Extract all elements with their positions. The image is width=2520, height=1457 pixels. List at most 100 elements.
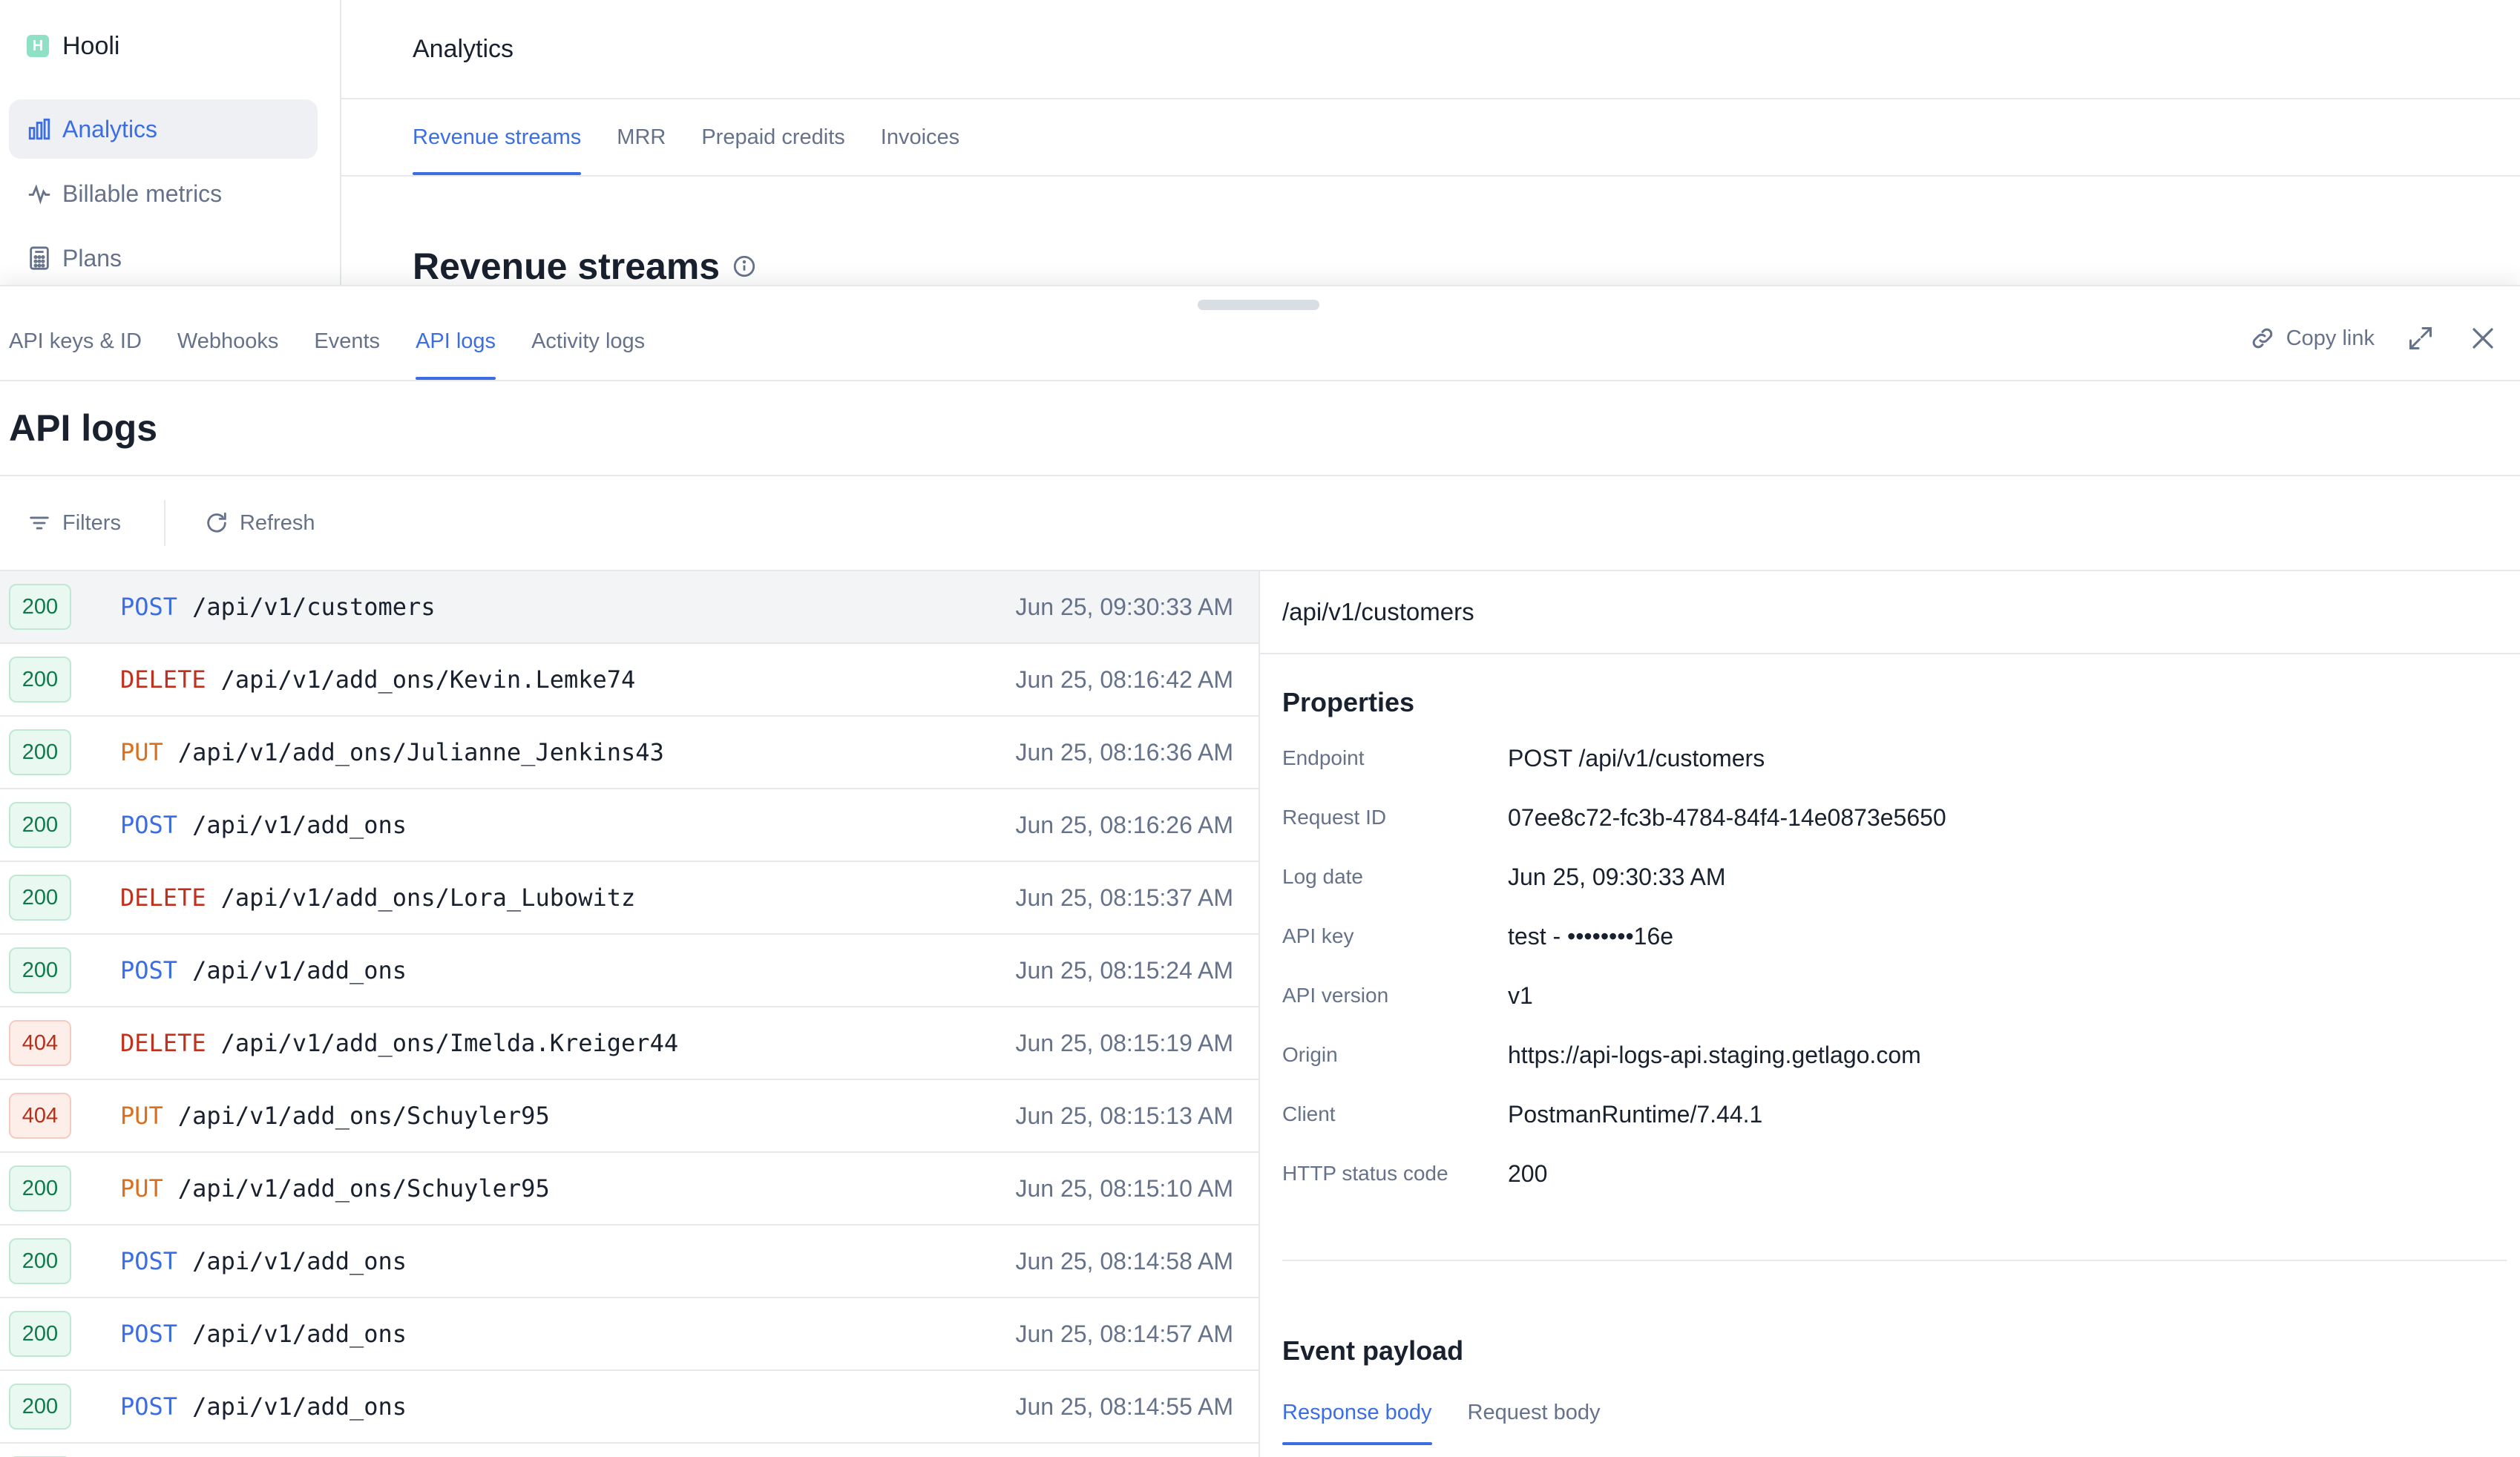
sidebar-item-label: Analytics (62, 115, 158, 142)
log-path: /api/v1/add_ons/Kevin.Lemke74 (220, 665, 636, 694)
log-row[interactable]: 200 POST/api/v1/add_ons Jun 25, 08:14:58 A… (0, 1226, 1259, 1298)
copy-link-label: Copy link (2286, 326, 2375, 350)
log-path: /api/v1/add_ons/Lora_Lubowitz (220, 884, 636, 912)
filter-icon (30, 516, 49, 530)
close-icon (2473, 328, 2493, 349)
sidebar-item-plans[interactable]: Plans (9, 228, 318, 288)
property-label: API version (1282, 984, 1389, 1007)
property-label: API key (1282, 924, 1354, 947)
filters-button[interactable]: Filters (27, 510, 121, 536)
log-row[interactable]: 404 PUT/api/v1/add_ons/Schuyler95 Jun 25, … (0, 1080, 1259, 1153)
status-badge: 200 (9, 584, 71, 630)
info-icon[interactable] (732, 254, 757, 279)
expand-button[interactable] (2404, 322, 2437, 355)
property-row: Request ID 07ee8c72-fc3b-4784-84f4-14e087… (1282, 788, 2507, 847)
log-method: POST (120, 1392, 178, 1421)
section-title-text: Revenue streams (413, 246, 721, 287)
bar-chart-icon (28, 118, 50, 140)
close-button[interactable] (2467, 322, 2499, 355)
refresh-icon (207, 512, 226, 533)
refresh-label: Refresh (239, 510, 315, 535)
status-badge: 404 (9, 1093, 71, 1139)
copy-link-button[interactable]: Copy link (2249, 325, 2375, 352)
event-payload-title: Event payload (1282, 1335, 1464, 1366)
tab-response-body[interactable]: Response body (1282, 1401, 1432, 1453)
log-date: Jun 25, 08:16:36 AM (1015, 738, 1233, 766)
log-date: Jun 25, 08:15:24 AM (1015, 956, 1233, 984)
tab-webhooks[interactable]: Webhooks (177, 303, 279, 380)
log-date: Jun 25, 08:15:13 AM (1015, 1102, 1233, 1129)
calculator-icon (30, 246, 49, 270)
sidebar-item-label: Plans (62, 244, 122, 272)
log-path: /api/v1/add_ons (192, 956, 407, 984)
log-row[interactable]: 200 POST/api/v1/add_ons Jun 25, 08:14:57 A… (0, 1298, 1259, 1371)
tab-api-logs[interactable]: API logs (416, 303, 496, 380)
status-badge: 200 (9, 875, 71, 921)
sidebar-item-analytics[interactable]: Analytics (9, 99, 318, 159)
tab-revenue-streams[interactable]: Revenue streams (413, 99, 582, 175)
log-date: Jun 25, 08:14:55 AM (1015, 1392, 1233, 1420)
sidebar-item-label: Billable metrics (62, 180, 223, 207)
sidebar: H Hooli Analytics Billable metrics Plans (0, 0, 341, 297)
api-log-list: 200 POST/api/v1/customers Jun 25, 09:30:33… (0, 571, 1260, 1457)
tab-events[interactable]: Events (314, 303, 380, 380)
log-details-panel: /api/v1/customers Properties Endpoint POS… (1260, 571, 2520, 1457)
log-row[interactable]: 200POST/api/v1/add_onsJun 25, 08:14:37 A… (0, 1444, 1259, 1457)
property-value: v1 (1508, 981, 1533, 1009)
log-row[interactable]: 200 POST/api/v1/add_ons Jun 25, 08:16:26 A… (0, 789, 1259, 862)
log-date: Jun 25, 08:14:58 AM (1015, 1247, 1233, 1275)
tab-invoices[interactable]: Invoices (881, 99, 959, 175)
refresh-button[interactable]: Refresh (204, 510, 315, 536)
status-badge: 200 (9, 802, 71, 848)
log-method: POST (120, 811, 178, 839)
drawer-actions: Copy link (2249, 316, 2499, 361)
org-switcher[interactable]: H Hooli (27, 30, 119, 62)
log-path: /api/v1/add_ons/Imelda.Kreiger44 (220, 1029, 679, 1057)
log-path: /api/v1/add_ons/Schuyler95 (177, 1102, 550, 1130)
log-method: PUT (120, 1102, 163, 1130)
property-value: https://api-logs-api.staging.getlago.com (1508, 1041, 1921, 1068)
log-row[interactable]: 200 PUT/api/v1/add_ons/Julianne_Jenkins43… (0, 717, 1259, 789)
log-date: Jun 25, 08:16:26 AM (1015, 811, 1233, 838)
drawer-tabs: API keys & ID Webhooks Events API logs A… (0, 303, 2520, 381)
tab-mrr[interactable]: MRR (617, 99, 666, 175)
log-method: DELETE (120, 1029, 206, 1057)
log-method: POST (120, 593, 178, 621)
tab-api-keys[interactable]: API keys & ID (9, 303, 142, 380)
properties-title: Properties (1282, 687, 1415, 717)
log-date: Jun 25, 08:15:10 AM (1015, 1174, 1233, 1202)
property-value: test - ••••••••16e (1508, 922, 1674, 950)
log-date: Jun 25, 08:15:37 AM (1015, 884, 1233, 911)
property-label: HTTP status code (1282, 1162, 1448, 1185)
pulse-icon (28, 184, 50, 205)
log-row[interactable]: 200 DELETE/api/v1/add_ons/Lora_Lubowitz Ju… (0, 862, 1259, 935)
link-icon (2252, 328, 2272, 349)
sidebar-item-billable-metrics[interactable]: Billable metrics (9, 164, 318, 223)
property-row: Client PostmanRuntime/7.44.1 (1282, 1085, 2507, 1144)
property-row: API key test - ••••••••16e (1282, 907, 2507, 966)
log-row[interactable]: 404 DELETE/api/v1/add_ons/Imelda.Kreiger4… (0, 1007, 1259, 1080)
log-row[interactable]: 200 POST/api/v1/customers Jun 25, 09:30:33… (0, 571, 1259, 644)
log-path: /api/v1/add_ons/Julianne_Jenkins43 (177, 738, 664, 766)
log-row[interactable]: 200 POST/api/v1/add_ons Jun 25, 08:15:24 A… (0, 935, 1259, 1007)
log-row[interactable]: 200 POST/api/v1/add_ons Jun 25, 08:14:55 A… (0, 1371, 1259, 1444)
property-label: Request ID (1282, 806, 1387, 829)
payload-tabs: Response body Request body (1282, 1401, 2507, 1453)
property-row: Endpoint POST /api/v1/customers (1282, 728, 2507, 788)
tab-activity-logs[interactable]: Activity logs (531, 303, 645, 380)
org-logo: H (27, 35, 49, 57)
log-path: /api/v1/customers (192, 593, 436, 621)
developer-drawer: API keys & ID Webhooks Events API logs A… (0, 285, 2520, 1457)
property-value: POST /api/v1/customers (1508, 744, 1765, 772)
tab-prepaid-credits[interactable]: Prepaid credits (701, 99, 844, 175)
analytics-tabs: Revenue streams MRR Prepaid credits Invo… (341, 99, 2520, 177)
tab-request-body[interactable]: Request body (1468, 1401, 1601, 1453)
log-path: /api/v1/add_ons/Schuyler95 (177, 1174, 550, 1203)
logs-toolbar: Filters Refresh (0, 476, 2520, 571)
log-row[interactable]: 200 PUT/api/v1/add_ons/Schuyler95 Jun 25, … (0, 1153, 1259, 1226)
log-date: Jun 25, 09:30:33 AM (1015, 593, 1233, 620)
log-row[interactable]: 200 DELETE/api/v1/add_ons/Kevin.Lemke74 Ju… (0, 644, 1259, 717)
log-path: /api/v1/add_ons (192, 1320, 407, 1348)
status-badge: 404 (9, 1020, 71, 1066)
status-badge: 200 (9, 1238, 71, 1284)
